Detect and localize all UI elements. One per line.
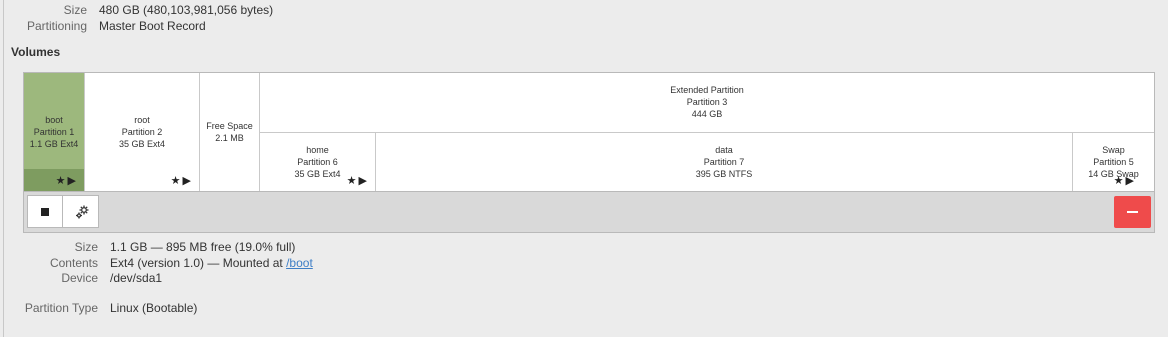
extended-partition: Partition 3 [686,97,728,107]
free-space-size: 2.1 MB [215,133,244,143]
volume-home-name: home [306,145,329,155]
volume-home[interactable]: home Partition 6 35 GB Ext4 ★▶ [260,133,376,191]
detail-contents-label: Contents [49,256,98,270]
volume-boot-name: boot [45,115,63,125]
volume-home-partition: Partition 6 [297,157,338,167]
additional-options-button[interactable] [64,196,99,227]
volume-swap[interactable]: Swap Partition 5 14 GB Swap ★▶ [1073,133,1154,191]
detail-size-value: 1.1 GB — 895 MB free (19.0% full) [110,240,296,254]
volume-boot-size: 1.1 GB Ext4 [29,139,79,149]
star-icon: ★ [346,175,359,187]
volume-free-space[interactable]: Free Space 2.1 MB [200,73,260,191]
gears-icon [75,205,88,218]
detail-contents-text: Ext4 (version 1.0) — Mounted at [110,256,287,270]
volume-data-name: data [715,145,733,155]
volume-home-icons: ★▶ [347,175,369,187]
disk-size-value: 480 GB (480,103,981,056 bytes) [99,3,274,17]
disk-size-label: Size [63,3,87,17]
volume-root-size: 35 GB Ext4 [118,139,166,149]
volume-actions-group [27,195,99,228]
detail-device-value: /dev/sda1 [110,271,163,285]
extended-size: 444 GB [691,109,723,119]
unmount-button[interactable] [28,196,63,227]
volume-root-icons: ★▶ [171,175,193,187]
stop-icon [41,207,49,216]
disks-window: Size 480 GB (480,103,981,056 bytes) Part… [0,0,1168,337]
star-icon: ★ [55,175,68,187]
volume-swap-partition: Partition 5 [1093,157,1134,167]
extended-label: Extended Partition [670,85,744,95]
volume-data[interactable]: data Partition 7 395 GB NTFS [376,133,1073,191]
play-icon: ▶ [182,175,193,187]
detail-partition-type-label: Partition Type [24,301,98,315]
free-space-label: Free Space [206,121,253,131]
volume-map: boot Partition 1 1.1 GB Ext4 ★▶ root Par… [23,72,1155,192]
disk-partitioning-value: Master Boot Record [99,19,206,33]
volume-data-size: 395 GB NTFS [695,169,753,179]
volume-boot-icons: ★▶ [56,175,78,187]
volume-root-name: root [134,115,150,125]
volume-data-partition: Partition 7 [703,157,745,167]
volume-swap-icons: ★▶ [1114,175,1136,187]
play-icon: ▶ [358,175,369,187]
volume-root-partition: Partition 2 [121,127,163,137]
minus-icon [1127,211,1138,213]
star-icon: ★ [1113,175,1126,187]
detail-size-label: Size [74,240,98,254]
volume-boot[interactable]: boot Partition 1 1.1 GB Ext4 ★▶ [24,73,85,191]
volume-boot-partition: Partition 1 [33,127,75,137]
detail-contents-value: Ext4 (version 1.0) — Mounted at /boot [110,256,313,270]
window-edge [3,0,4,337]
detail-partition-type-value: Linux (Bootable) [110,301,198,315]
detail-device-label: Device [61,271,98,285]
volume-swap-name: Swap [1102,145,1125,155]
volumes-heading: Volumes [11,45,61,59]
volume-root[interactable]: root Partition 2 35 GB Ext4 ★▶ [85,73,200,191]
volume-extended[interactable]: Extended Partition Partition 3 444 GB [260,73,1154,132]
play-icon: ▶ [1125,175,1136,187]
star-icon: ★ [170,175,183,187]
delete-partition-button[interactable] [1114,196,1151,228]
disk-partitioning-label: Partitioning [26,19,87,33]
mount-point-link[interactable]: /boot [286,256,313,270]
play-icon: ▶ [67,175,78,187]
volume-toolbar [23,192,1155,233]
